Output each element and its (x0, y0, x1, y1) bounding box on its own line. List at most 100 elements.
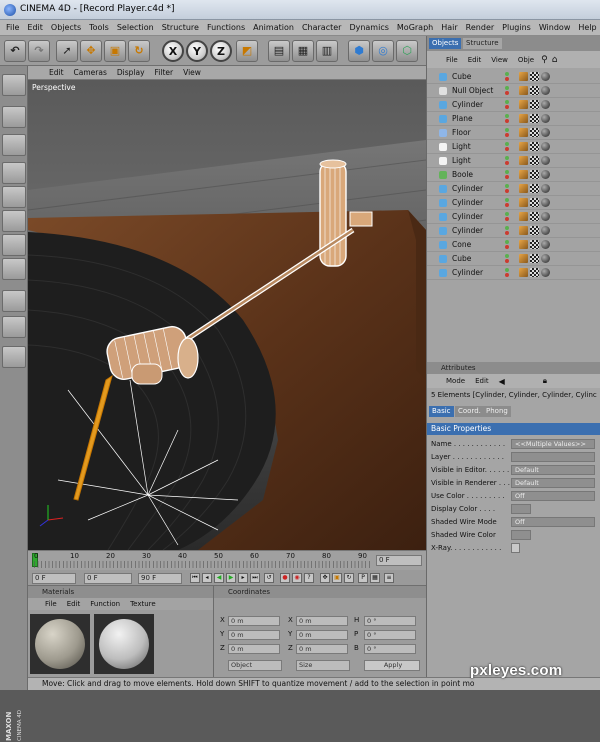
z-axis-lock-button[interactable]: Z (210, 40, 232, 62)
apply-button[interactable]: Apply (364, 660, 420, 671)
phong-tag-icon[interactable] (519, 100, 528, 109)
phong-tag-icon[interactable] (519, 240, 528, 249)
attribute-value[interactable]: Default (511, 465, 595, 475)
texture-tag-icon[interactable] (530, 142, 539, 151)
timeline-ruler[interactable]: 0 10 20 30 40 50 60 70 80 90 0 F (28, 550, 426, 570)
material-tag-icon[interactable] (541, 268, 550, 277)
rotation-h-field[interactable]: 0 ° (364, 616, 416, 626)
phong-tag-icon[interactable] (519, 128, 528, 137)
material-tag-icon[interactable] (541, 170, 550, 179)
position-z-field[interactable]: 0 m (228, 644, 280, 654)
texture-tag-icon[interactable] (530, 268, 539, 277)
tab-phong[interactable]: Phong (483, 406, 511, 417)
material-swatch-1[interactable] (30, 614, 90, 674)
visibility-dots-icon[interactable] (505, 226, 511, 236)
menu-animation[interactable]: Animation (249, 23, 298, 32)
material-tag-icon[interactable] (541, 142, 550, 151)
attribute-value[interactable] (511, 543, 520, 553)
texture-tag-icon[interactable] (530, 86, 539, 95)
render-view-icon[interactable]: ▤ (268, 40, 290, 62)
object-row[interactable]: Cylinder (427, 182, 600, 196)
object-row[interactable]: Floor (427, 126, 600, 140)
texture-mode-icon[interactable] (2, 290, 26, 312)
visibility-dots-icon[interactable] (505, 86, 511, 96)
select-arrow-icon[interactable]: ➚ (56, 40, 78, 62)
key-scale-icon[interactable]: ▣ (332, 573, 342, 583)
texture-tag-icon[interactable] (530, 226, 539, 235)
current-frame-field[interactable]: 0 F (32, 573, 76, 584)
play-backward-icon[interactable]: ◀ (214, 573, 224, 583)
attribute-value[interactable]: Off (511, 517, 595, 527)
attribute-value[interactable]: <<Multiple Values>> (511, 439, 595, 449)
end-frame-spinner[interactable]: 90 F (138, 573, 182, 584)
menu-render[interactable]: Render (462, 23, 498, 32)
phong-tag-icon[interactable] (519, 86, 528, 95)
visibility-dots-icon[interactable] (505, 254, 511, 264)
attrmenu-edit[interactable]: Edit (470, 377, 494, 385)
visibility-dots-icon[interactable] (505, 128, 511, 138)
texture-axis-icon[interactable] (2, 316, 26, 338)
visibility-dots-icon[interactable] (505, 170, 511, 180)
uv-points-icon[interactable] (2, 234, 26, 256)
nurbs-icon[interactable]: ◎ (372, 40, 394, 62)
viewport-menu-cameras[interactable]: Cameras (69, 68, 112, 77)
material-tag-icon[interactable] (541, 184, 550, 193)
material-tag-icon[interactable] (541, 156, 550, 165)
sculpt-icon[interactable] (2, 346, 26, 368)
object-row[interactable]: Cube (427, 70, 600, 84)
menu-edit[interactable]: Edit (23, 23, 47, 32)
phong-tag-icon[interactable] (519, 156, 528, 165)
tab-basic[interactable]: Basic (429, 406, 454, 417)
tab-structure[interactable]: Structure (463, 38, 502, 49)
menu-character[interactable]: Character (298, 23, 346, 32)
menu-file[interactable]: File (2, 23, 23, 32)
attrmenu-mode[interactable]: Mode (441, 377, 470, 385)
attribute-value[interactable]: Default (511, 478, 595, 488)
object-row[interactable]: Cylinder (427, 266, 600, 280)
texture-tag-icon[interactable] (530, 128, 539, 137)
viewport-menu-view[interactable]: View (178, 68, 206, 77)
play-forward-icon[interactable]: ▶ (226, 573, 236, 583)
phong-tag-icon[interactable] (519, 170, 528, 179)
visibility-dots-icon[interactable] (505, 212, 511, 222)
visibility-dots-icon[interactable] (505, 72, 511, 82)
visibility-dots-icon[interactable] (505, 114, 511, 124)
menu-functions[interactable]: Functions (203, 23, 249, 32)
objmenu-view[interactable]: View (486, 56, 513, 64)
loop-icon[interactable]: ↺ (264, 573, 274, 583)
key-pla-icon[interactable]: ▦ (370, 573, 380, 583)
visibility-dots-icon[interactable] (505, 184, 511, 194)
go-to-start-icon[interactable]: ⏮ (190, 573, 200, 583)
menu-hair[interactable]: Hair (437, 23, 461, 32)
rotation-b-field[interactable]: 0 ° (364, 644, 416, 654)
menu-objects[interactable]: Objects (47, 23, 85, 32)
objmenu-file[interactable]: File (441, 56, 463, 64)
visibility-dots-icon[interactable] (505, 142, 511, 152)
render-picture-viewer-icon[interactable]: ▦ (292, 40, 314, 62)
phong-tag-icon[interactable] (519, 198, 528, 207)
material-tag-icon[interactable] (541, 114, 550, 123)
object-row[interactable]: Cylinder (427, 210, 600, 224)
materials-menu-texture[interactable]: Texture (125, 600, 161, 608)
material-tag-icon[interactable] (541, 128, 550, 137)
layout-icon[interactable] (2, 74, 26, 96)
key-rotation-icon[interactable]: ↻ (344, 573, 354, 583)
tab-objects[interactable]: Objects (429, 38, 462, 49)
search-icon[interactable]: ⚲ (539, 55, 550, 65)
phong-tag-icon[interactable] (519, 226, 528, 235)
record-keys-icon[interactable]: ● (280, 573, 290, 583)
model-mode-icon[interactable] (2, 106, 26, 128)
back-arrow-icon[interactable]: ◀ (494, 377, 510, 386)
material-swatch-2[interactable] (94, 614, 154, 674)
material-tag-icon[interactable] (541, 198, 550, 207)
object-mode-icon[interactable] (2, 134, 26, 156)
attribute-value[interactable]: Off (511, 491, 595, 501)
object-row[interactable]: Boole (427, 168, 600, 182)
size-z-field[interactable]: 0 m (296, 644, 348, 654)
texture-tag-icon[interactable] (530, 198, 539, 207)
autokey-icon[interactable]: ◉ (292, 573, 302, 583)
position-x-field[interactable]: 0 m (228, 616, 280, 626)
object-row[interactable]: Cylinder (427, 196, 600, 210)
tab-coord[interactable]: Coord. (455, 406, 484, 417)
materials-menu-edit[interactable]: Edit (62, 600, 86, 608)
